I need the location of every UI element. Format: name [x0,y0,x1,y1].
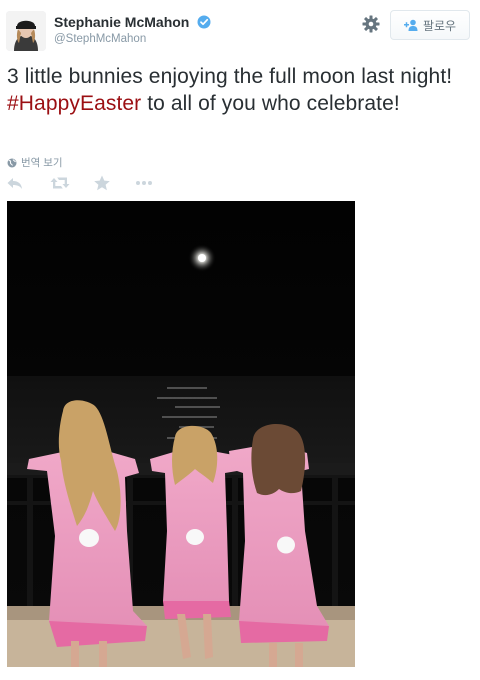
star-icon[interactable] [93,175,111,191]
tweet-photo[interactable] [7,201,355,667]
hashtag-link[interactable]: #HappyEaster [7,92,141,115]
retweet-icon[interactable] [50,175,70,191]
more-icon[interactable] [135,175,153,191]
globe-icon [7,158,17,167]
avatar-image [6,11,46,51]
user-handle[interactable]: @StephMcMahon [54,33,211,45]
tweet-header: Stephanie McMahon @StephMcMahon 팔로우 [0,0,480,60]
add-user-icon [403,19,418,31]
avatar[interactable] [6,11,46,51]
tweet-text-part: to all of you who celebrate! [141,92,400,115]
gear-icon[interactable] [362,15,380,33]
tweet-text: 3 little bunnies enjoying the full moon … [7,63,469,117]
photo-image [7,201,355,667]
translate-link[interactable]: 번역 보기 [7,155,63,170]
follow-button[interactable]: 팔로우 [390,10,470,40]
tweet-text-part: 3 little bunnies enjoying the full moon … [7,65,453,88]
verified-badge-icon [197,15,211,29]
follow-button-label: 팔로우 [422,18,457,33]
reply-icon[interactable] [6,175,24,191]
display-name[interactable]: Stephanie McMahon [54,14,189,30]
translate-label: 번역 보기 [21,157,63,169]
